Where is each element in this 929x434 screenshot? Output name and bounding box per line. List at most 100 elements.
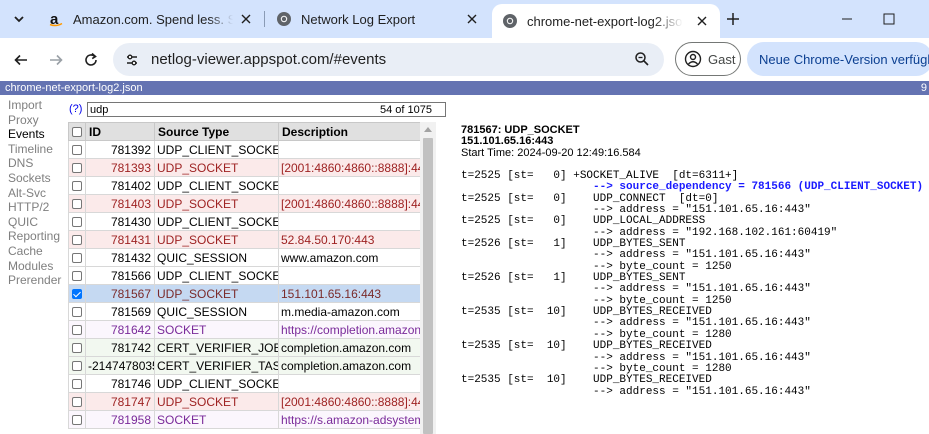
cell-id: 781642 <box>85 320 155 339</box>
row-checkbox[interactable] <box>72 145 82 156</box>
tab-amazon[interactable]: a Amazon.com. Spend less. Smile <box>40 0 264 38</box>
new-tab-button[interactable] <box>722 8 744 30</box>
close-tab-icon[interactable] <box>464 11 480 27</box>
row-checkbox-cell[interactable] <box>68 410 86 429</box>
row-checkbox[interactable] <box>72 163 82 174</box>
table-row[interactable]: 781402 UDP_CLIENT_SOCKET <box>68 176 421 195</box>
nav-item-timeline[interactable]: Timeline <box>8 142 64 157</box>
tab-separator <box>264 11 265 27</box>
tab-network-log-export[interactable]: Network Log Export <box>268 0 490 38</box>
tab-search-button[interactable] <box>8 8 30 30</box>
row-checkbox-cell[interactable] <box>68 176 86 195</box>
cell-id: 781403 <box>85 194 155 213</box>
zoom-icon[interactable] <box>634 51 650 67</box>
forward-button[interactable] <box>44 48 68 72</box>
row-checkbox[interactable] <box>72 289 82 300</box>
nav-item-modules[interactable]: Modules <box>8 259 64 274</box>
nav-item-quic[interactable]: QUIC <box>8 215 64 230</box>
profile-button[interactable]: Gast <box>675 42 741 76</box>
row-checkbox-cell[interactable] <box>68 194 86 213</box>
row-checkbox-cell[interactable] <box>68 284 86 303</box>
site-info-icon[interactable] <box>121 49 143 71</box>
row-checkbox[interactable] <box>72 253 82 264</box>
row-checkbox[interactable] <box>72 307 82 318</box>
column-header-id[interactable]: ID <box>85 122 155 141</box>
select-all-header[interactable] <box>68 122 86 141</box>
log-line: --> byte_count = 1280 <box>461 328 732 341</box>
tab-chrome-net-export[interactable]: chrome-net-export-log2.json - <box>492 4 720 38</box>
reload-button[interactable] <box>79 48 103 72</box>
table-row[interactable]: 781403 UDP_SOCKET [2001:4860:4860::8888]:4… <box>68 194 421 213</box>
table-row[interactable]: -2147478035 CERT_VERIFIER_TASK completion.… <box>68 356 421 375</box>
table-row[interactable]: 781958SOCKEThttps://s.amazon-adsystem.co… <box>68 410 421 429</box>
row-checkbox-cell[interactable] <box>68 356 86 375</box>
nav-item-import[interactable]: Import <box>8 98 64 113</box>
nav-item-dns[interactable]: DNS <box>8 156 64 171</box>
row-checkbox-cell[interactable] <box>68 266 86 285</box>
row-checkbox[interactable] <box>72 217 82 228</box>
table-row[interactable]: 781567 UDP_SOCKET 151.101.65.16:443 <box>68 284 421 303</box>
row-checkbox[interactable] <box>72 199 82 210</box>
row-checkbox-cell[interactable] <box>68 212 86 231</box>
table-row[interactable]: 781746 UDP_CLIENT_SOCKET <box>68 374 421 393</box>
row-checkbox-cell[interactable] <box>68 392 86 411</box>
table-row[interactable]: 781430 UDP_CLIENT_SOCKET <box>68 212 421 231</box>
table-row[interactable]: 781747 UDP_SOCKET [2001:4860:4860::8888]:4… <box>68 392 421 411</box>
update-label: Neue Chrome-Version verfügbar <box>759 51 929 67</box>
nav-item-events[interactable]: Events <box>8 127 64 142</box>
scroll-up-arrow[interactable] <box>424 127 432 132</box>
nav-item-proxy[interactable]: Proxy <box>8 113 64 128</box>
row-checkbox-cell[interactable] <box>68 374 86 393</box>
filter-help-link[interactable]: (?) <box>69 103 82 115</box>
scrollbar-thumb[interactable] <box>423 138 433 434</box>
cell-source-type: UDP_CLIENT_SOCKET <box>154 140 279 159</box>
close-tab-icon[interactable] <box>238 11 254 27</box>
row-checkbox-cell[interactable] <box>68 248 86 267</box>
row-checkbox[interactable] <box>72 343 82 354</box>
row-checkbox-cell[interactable] <box>68 320 86 339</box>
nav-item-cache[interactable]: Cache <box>8 244 64 259</box>
row-checkbox[interactable] <box>72 181 82 192</box>
row-checkbox[interactable] <box>72 325 82 336</box>
row-checkbox[interactable] <box>72 361 82 372</box>
table-row[interactable]: 781642SOCKEThttps://completion.amazon.co… <box>68 320 421 339</box>
nav-item-sockets[interactable]: Sockets <box>8 171 64 186</box>
cell-id: 781430 <box>85 212 155 231</box>
row-checkbox-cell[interactable] <box>68 230 86 249</box>
nav-item-http-2[interactable]: HTTP/2 <box>8 200 64 215</box>
row-checkbox[interactable] <box>72 271 82 282</box>
row-checkbox[interactable] <box>72 415 82 426</box>
profile-label: Gast <box>708 51 736 67</box>
table-row[interactable]: 781432 QUIC_SESSION www.amazon.com <box>68 248 421 267</box>
row-checkbox[interactable] <box>72 397 82 408</box>
nav-item-alt-svc[interactable]: Alt-Svc <box>8 186 64 201</box>
row-checkbox-cell[interactable] <box>68 140 86 159</box>
minimize-button[interactable] <box>840 12 854 26</box>
column-header-source-type[interactable]: Source Type <box>154 122 279 141</box>
table-header-row: ID Source Type Description <box>68 122 421 141</box>
close-tab-icon[interactable] <box>694 13 710 29</box>
table-row[interactable]: 781392 UDP_CLIENT_SOCKET <box>68 140 421 159</box>
update-chrome-button[interactable]: Neue Chrome-Version verfügbar <box>747 42 929 76</box>
table-row[interactable]: 781431 UDP_SOCKET 52.84.50.170:443 <box>68 230 421 249</box>
back-button[interactable] <box>9 48 33 72</box>
table-row[interactable]: 781393 UDP_SOCKET [2001:4860:4860::8888]:4… <box>68 158 421 177</box>
select-all-checkbox[interactable] <box>72 127 82 138</box>
table-row[interactable]: 781566 UDP_CLIENT_SOCKET <box>68 266 421 285</box>
cell-source-type: UDP_CLIENT_SOCKET <box>154 266 279 285</box>
cell-id: 781432 <box>85 248 155 267</box>
row-checkbox[interactable] <box>72 379 82 390</box>
log-line: --> source_dependency = 781566 (UDP_CLIE… <box>461 181 924 194</box>
events-scrollbar[interactable] <box>420 122 436 434</box>
row-checkbox-cell[interactable] <box>68 302 86 321</box>
maximize-button[interactable] <box>882 12 896 26</box>
row-checkbox-cell[interactable] <box>68 158 86 177</box>
address-bar[interactable]: netlog-viewer.appspot.com/#events <box>113 43 664 76</box>
row-checkbox[interactable] <box>72 235 82 246</box>
table-row[interactable]: 781742 CERT_VERIFIER_JOB completion.amazon… <box>68 338 421 357</box>
row-checkbox-cell[interactable] <box>68 338 86 357</box>
column-header-description[interactable]: Description <box>278 122 421 141</box>
table-row[interactable]: 781569 QUIC_SESSION m.media-amazon.com <box>68 302 421 321</box>
nav-item-reporting[interactable]: Reporting <box>8 229 64 244</box>
nav-item-prerender[interactable]: Prerender <box>8 273 64 288</box>
